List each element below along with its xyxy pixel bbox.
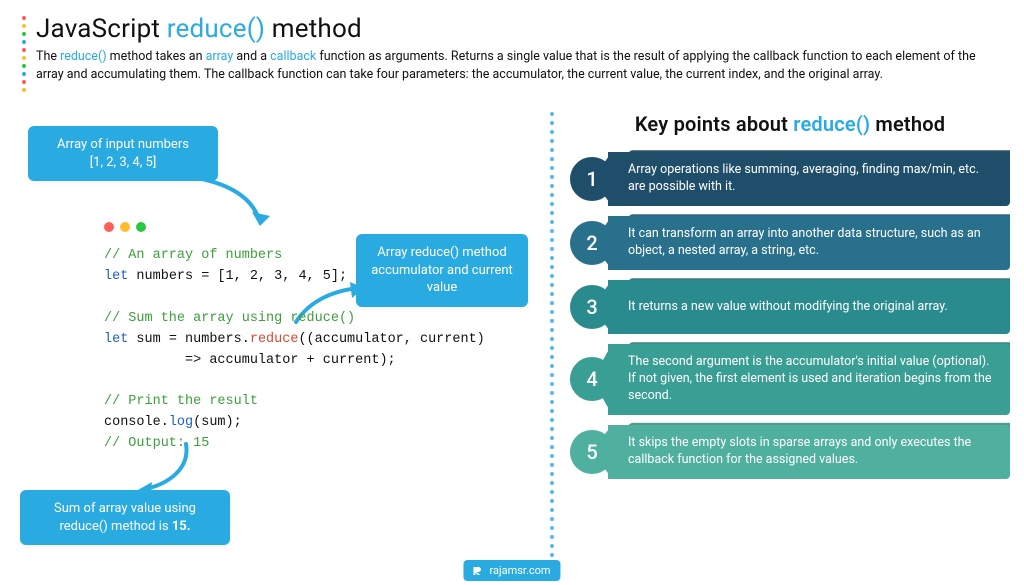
- title-suffix: method: [265, 14, 362, 44]
- callout-text: Sum of array value using: [34, 500, 216, 518]
- code-fn: log: [169, 415, 193, 430]
- callout-text: reduce() method is: [59, 519, 171, 534]
- point-text: It returns a new value without modifying…: [608, 280, 1010, 334]
- code-fn: reduce: [250, 332, 299, 347]
- point-number: 3: [570, 285, 614, 329]
- key-point: 2 It can transform an array into another…: [570, 216, 1010, 270]
- footer-site: rajamsr.com: [489, 564, 550, 577]
- title-text: JavaScript: [36, 14, 167, 44]
- code-example: // An array of numbers let numbers = [1,…: [104, 222, 524, 455]
- sub-reduce: reduce(): [60, 49, 107, 64]
- point-text: Array operations like summing, averaging…: [608, 152, 1010, 206]
- title-method: reduce(): [793, 112, 870, 136]
- key-points-panel: Key points about reduce() method 1 Array…: [570, 112, 1010, 479]
- code-text: console.: [104, 415, 169, 430]
- key-point: 4 The second argument is the accumulator…: [570, 344, 1010, 415]
- key-point: 3 It returns a new value without modifyi…: [570, 280, 1010, 334]
- point-number: 2: [570, 221, 614, 265]
- code-comment: // Sum the array using reduce(): [104, 311, 355, 326]
- code-comment: // An array of numbers: [104, 248, 282, 263]
- sub-text: method takes an: [107, 49, 206, 64]
- point-text: It can transform an array into another d…: [608, 216, 1010, 270]
- point-number: 5: [570, 430, 614, 474]
- code-block: // An array of numbers let numbers = [1,…: [104, 246, 524, 455]
- code-keyword: let: [104, 269, 128, 284]
- sub-array: array: [206, 49, 234, 64]
- footer-badge: rajamsr.com: [463, 560, 560, 581]
- code-comment: // Output: 15: [104, 436, 209, 451]
- code-text: sum = numbers.: [128, 332, 250, 347]
- logo-icon: [471, 565, 483, 577]
- title-text: method: [870, 112, 945, 136]
- vertical-divider: [550, 112, 552, 579]
- callout-text: Array of input numbers: [42, 136, 204, 154]
- point-text: It skips the empty slots in sparse array…: [608, 425, 1010, 479]
- page-title: JavaScript reduce() method: [36, 14, 996, 44]
- sub-text: and a: [233, 49, 270, 64]
- sub-callback: callback: [270, 49, 316, 64]
- title-method: reduce(): [167, 14, 265, 44]
- point-text: The second argument is the accumulator's…: [608, 344, 1010, 415]
- callout-text: reduce() method is 15.: [34, 518, 216, 536]
- point-number: 1: [570, 157, 614, 201]
- callout-bold: 15.: [172, 519, 191, 534]
- point-number: 4: [570, 357, 614, 401]
- window-controls-icon: [104, 222, 524, 232]
- code-line: // An array of numbers let numbers = [1,…: [104, 246, 524, 455]
- title-text: Key points about: [635, 112, 793, 136]
- key-point: 5 It skips the empty slots in sparse arr…: [570, 425, 1010, 479]
- code-keyword: let: [104, 332, 128, 347]
- decorative-dots-left: [22, 16, 26, 100]
- code-text: (sum);: [193, 415, 242, 430]
- key-points-list: 1 Array operations like summing, averagi…: [570, 152, 1010, 479]
- page-subtitle: The reduce() method takes an array and a…: [36, 48, 996, 84]
- sub-text: The: [36, 49, 60, 64]
- code-comment: // Print the result: [104, 394, 258, 409]
- key-point: 1 Array operations like summing, averagi…: [570, 152, 1010, 206]
- code-text: => accumulator + current);: [104, 353, 396, 368]
- code-text: numbers = [1, 2, 3, 4, 5];: [128, 269, 347, 284]
- key-points-title: Key points about reduce() method: [570, 112, 1010, 136]
- page-header: JavaScript reduce() method The reduce() …: [0, 0, 1024, 90]
- code-text: ((accumulator, current): [298, 332, 484, 347]
